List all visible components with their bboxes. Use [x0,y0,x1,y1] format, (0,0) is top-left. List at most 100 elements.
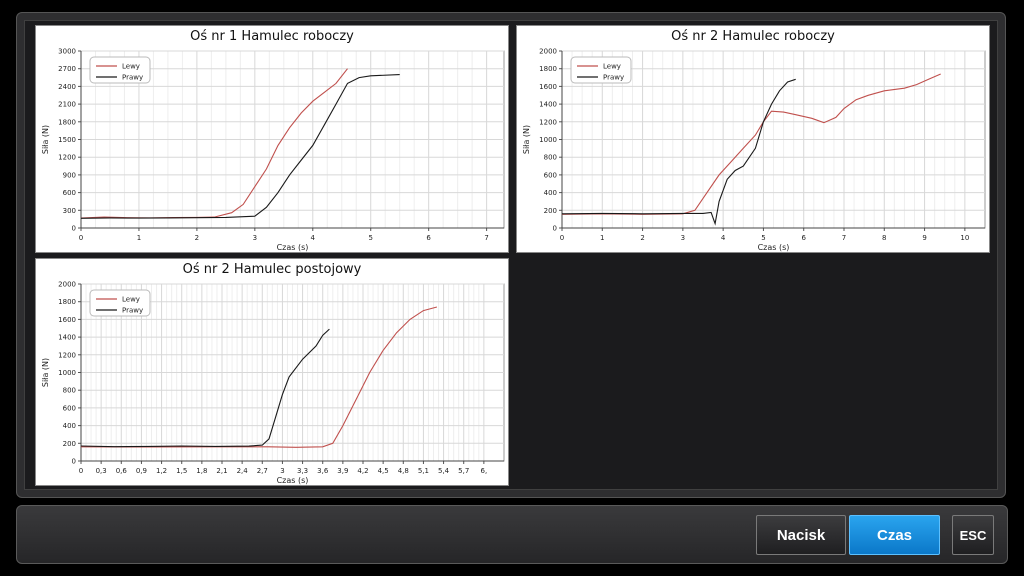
x-tick-label: 0,9 [136,467,147,475]
y-tick-label: 2700 [58,65,76,73]
x-tick-label: 3 [253,234,257,242]
y-tick-label: 1800 [539,65,557,73]
x-tick-label: 6 [801,234,806,242]
legend: Lewy Prawy [570,56,632,84]
y-tick-label: 0 [72,225,76,233]
y-tick-label: 0 [72,458,76,466]
czas-button[interactable]: Czas [849,515,940,555]
legend: Lewy Prawy [89,56,151,84]
legend-label-lewy: Lewy [122,296,140,304]
y-axis-label: Siła (N) [41,358,50,387]
y-tick-label: 800 [544,154,557,162]
bottom-toolbar: Nacisk Czas ESC [16,505,1008,564]
chart-title: Oś nr 2 Hamulec roboczy [671,29,835,44]
chart-title: Oś nr 2 Hamulec postojowy [183,262,362,277]
chart-svg-2: Oś nr 2 Hamulec roboczy 0 1 2 3 4 5 6 7 8 9 10 0 200 4… [522,29,986,252]
y-tick-label: 300 [63,207,76,215]
y-tick-label: 900 [63,171,76,179]
y-tick-label: 1200 [58,154,76,162]
x-axis-label: Czas (s) [277,476,309,485]
y-tick-label: 1800 [58,118,76,126]
x-tick-label: 7 [842,234,846,242]
y-axis-label: Siła (N) [41,125,50,154]
x-tick-label: 5 [368,234,372,242]
y-axis-label: Siła (N) [522,125,531,154]
x-tick-label: 0,6 [116,467,128,475]
x-axis-label: Czas (s) [277,243,309,252]
chart-title: Oś nr 1 Hamulec roboczy [190,29,354,44]
x-tick-label: 4,5 [378,467,389,475]
x-tick-label: 5,1 [418,467,429,475]
x-tick-label: 0 [79,467,83,475]
y-tick-label: 1600 [58,316,76,324]
x-tick-label: 1,5 [176,467,187,475]
legend: Lewy Prawy [89,289,151,317]
nacisk-button[interactable]: Nacisk [756,515,846,555]
x-tick-label: 6 [426,234,431,242]
legend-label-prawy: Prawy [603,74,624,82]
chart-svg-1: Oś nr 1 Hamulec roboczy 0 1 2 3 4 5 6 7 0 300 600 90… [41,29,505,252]
y-tick-label: 1200 [539,118,557,126]
x-tick-label: 6, [481,467,488,475]
y-tick-label: 1600 [539,83,557,91]
x-tick-label: 5,4 [438,467,450,475]
x-tick-label: 0,3 [96,467,107,475]
y-tick-label: 2400 [58,83,76,91]
y-tick-label: 2000 [539,48,557,56]
x-tick-label: 2 [640,234,644,242]
x-tick-label: 4,2 [357,467,368,475]
x-tick-label: 4 [311,234,316,242]
legend-label-lewy: Lewy [603,63,621,71]
y-tick-label: 200 [63,440,76,448]
y-tick-label: 400 [544,189,557,197]
y-tick-label: 600 [63,404,76,412]
x-tick-label: 7 [484,234,488,242]
y-tick-label: 3000 [58,48,76,56]
x-tick-label: 0 [560,234,564,242]
y-tick-label: 600 [544,171,557,179]
x-tick-label: 1,8 [196,467,207,475]
x-tick-label: 1 [600,234,604,242]
y-tick-label: 800 [63,387,76,395]
legend-label-prawy: Prawy [122,74,143,82]
x-tick-label: 1,2 [156,467,167,475]
x-tick-label: 3,9 [337,467,348,475]
y-tick-label: 0 [553,225,557,233]
y-tick-label: 600 [63,189,76,197]
x-tick-label: 3,6 [317,467,329,475]
chart-panel-3: Oś nr 2 Hamulec postojowy 0 0,3 0,6 0,9 1,2 1,… [35,258,509,486]
legend-label-lewy: Lewy [122,63,140,71]
esc-button[interactable]: ESC [952,515,994,555]
y-tick-label: 400 [63,422,76,430]
x-tick-label: 3,3 [297,467,308,475]
y-tick-label: 1400 [539,101,557,109]
y-tick-label: 1200 [58,351,76,359]
legend-label-prawy: Prawy [122,307,143,315]
x-tick-label: 2,4 [237,467,249,475]
y-tick-label: 2000 [58,281,76,289]
x-tick-label: 0 [79,234,83,242]
x-tick-label: 8 [882,234,886,242]
x-tick-label: 1 [137,234,141,242]
y-tick-label: 200 [544,207,557,215]
chart-panel-1: Oś nr 1 Hamulec roboczy 0 1 2 3 4 5 6 7 0 300 600 90… [35,25,509,253]
x-tick-label: 9 [922,234,926,242]
x-tick-label: 4 [721,234,726,242]
y-tick-label: 1400 [58,334,76,342]
chart-svg-3: Oś nr 2 Hamulec postojowy 0 0,3 0,6 0,9 1,2 1,… [41,262,505,485]
y-tick-label: 1500 [58,136,76,144]
y-tick-label: 1000 [539,136,557,144]
x-tick-label: 4,8 [398,467,409,475]
x-tick-label: 5 [761,234,765,242]
chart-panel-2: Oś nr 2 Hamulec roboczy 0 1 2 3 4 5 6 7 8 9 10 0 200 4… [516,25,990,253]
x-tick-label: 3 [681,234,685,242]
x-tick-label: 2,1 [216,467,227,475]
y-tick-label: 1800 [58,298,76,306]
x-tick-label: 2 [195,234,199,242]
y-tick-label: 1000 [58,369,76,377]
x-tick-label: 10 [960,234,969,242]
x-axis-label: Czas (s) [758,243,790,252]
x-tick-label: 3 [280,467,284,475]
y-tick-label: 2100 [58,101,76,109]
x-tick-label: 5,7 [458,467,469,475]
